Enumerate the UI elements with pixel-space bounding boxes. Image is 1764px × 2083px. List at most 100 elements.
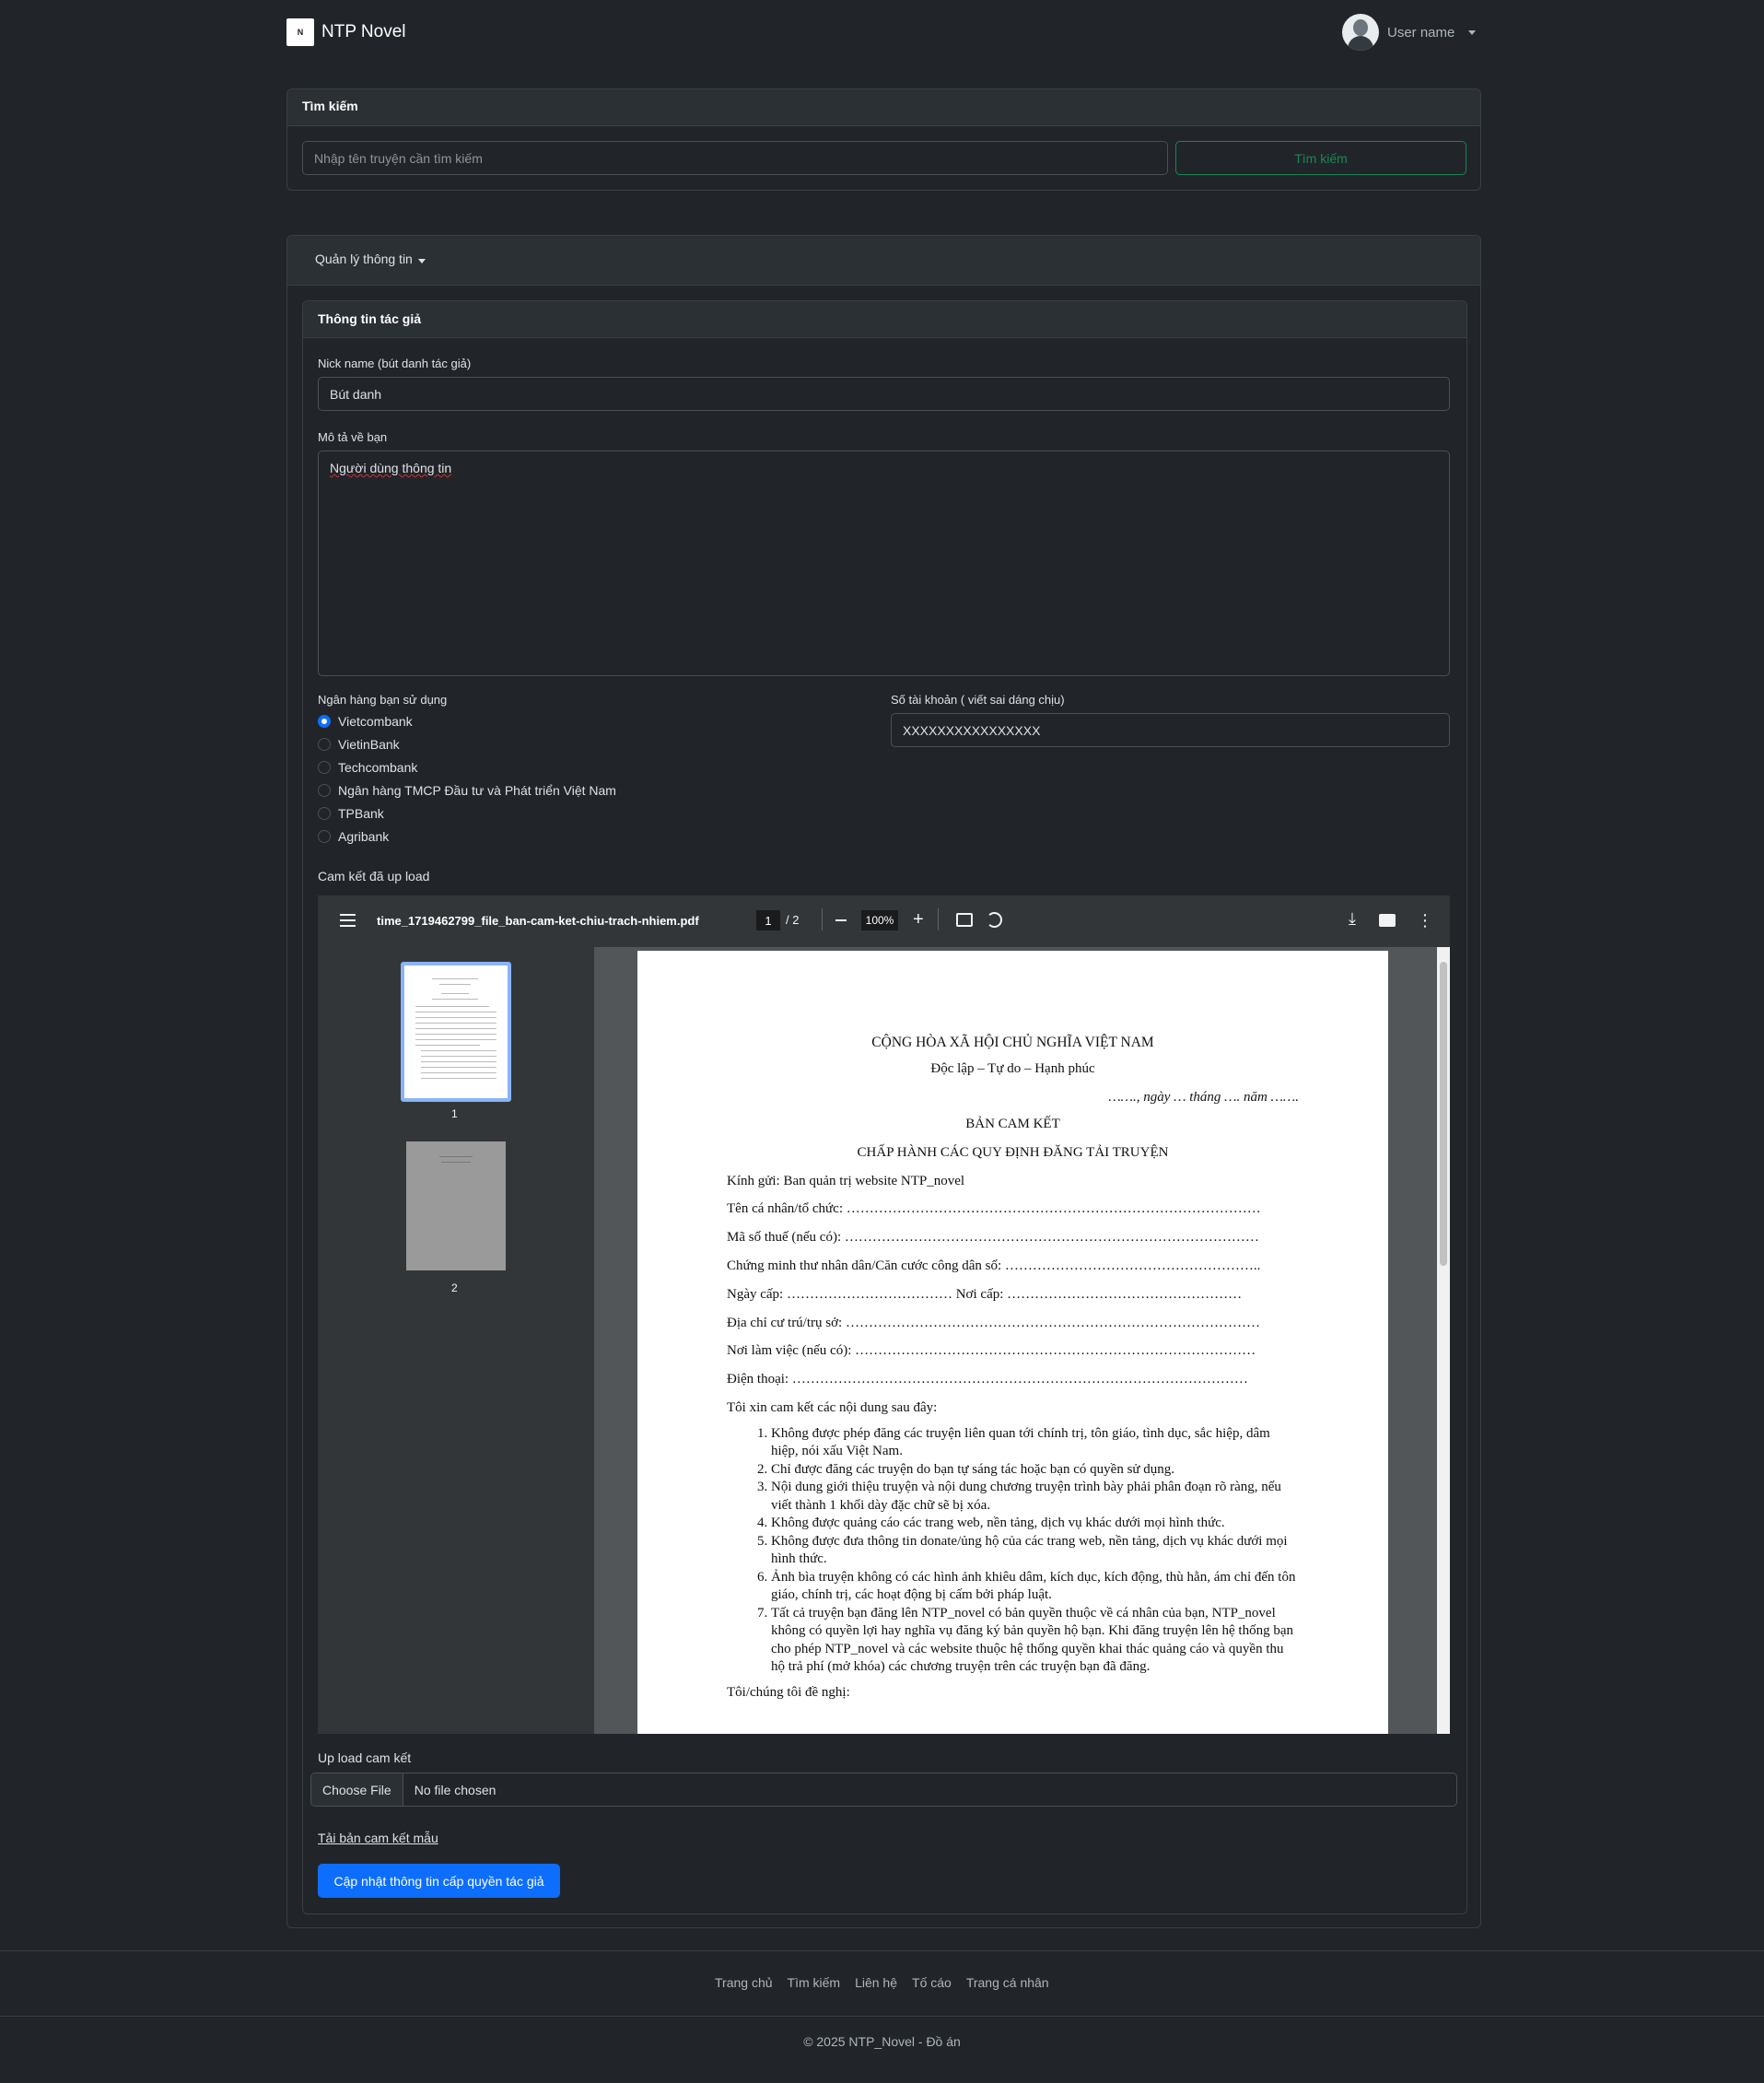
list-item: Chỉ được đăng các truyện do bạn tự sáng …: [771, 1461, 1299, 1480]
submit-button[interactable]: Cập nhật thông tin cấp quyền tác giả: [318, 1864, 560, 1898]
divider: [938, 908, 939, 930]
footer-link-contact[interactable]: Liên hệ: [855, 1975, 897, 1990]
fit-page-icon[interactable]: [956, 913, 973, 927]
divider: [0, 1950, 1764, 1951]
pdf-viewer[interactable]: time_1719462799_file_ban-cam-ket-chiu-tr…: [318, 895, 1450, 1734]
chevron-down-icon: [417, 259, 426, 263]
nickname-field[interactable]: Bút danh: [318, 377, 1450, 411]
divider: [822, 908, 823, 930]
avatar: [1342, 14, 1379, 51]
page-number-input[interactable]: 1: [756, 910, 780, 930]
doc-closing: Tôi/chúng tôi đề nghị:: [727, 1684, 850, 1700]
search-input[interactable]: Nhập tên truyện cần tìm kiếm: [302, 141, 1168, 175]
user-name: User name: [1387, 24, 1455, 41]
bank-radio-group: Vietcombank VietinBank Techcombank Ngân …: [318, 709, 616, 848]
pdf-document-area: CỘNG HÒA XÃ HỘI CHỦ NGHĨA VIỆT NAM Độc l…: [594, 947, 1437, 1734]
doc-field: Mã số thuế (nếu có): ……………………………………………………: [727, 1230, 1259, 1246]
search-card-title: Tìm kiếm: [287, 89, 1480, 126]
radio-checked[interactable]: [318, 714, 331, 728]
choose-file-button[interactable]: Choose File: [311, 1773, 403, 1806]
manage-dropdown[interactable]: Quản lý thông tin: [315, 252, 426, 266]
footer-link-profile[interactable]: Trang cá nhân: [966, 1975, 1049, 1990]
user-menu[interactable]: User name: [1342, 14, 1477, 51]
search-card: Tìm kiếm Nhập tên truyện cần tìm kiếm Tì…: [286, 88, 1481, 191]
author-card: Thông tin tác giả Nick name (bút danh tá…: [302, 300, 1467, 1914]
search-placeholder: Nhập tên truyện cần tìm kiếm: [314, 150, 483, 166]
footer-link-home[interactable]: Trang chủ: [715, 1975, 773, 1990]
download-sample-link[interactable]: Tải bản cam kết mẫu: [318, 1831, 438, 1845]
copyright: © 2025 NTP_Novel - Đồ án: [803, 2034, 961, 2049]
file-status: No file chosen: [414, 1782, 496, 1797]
bank-option-vietcombank[interactable]: Vietcombank: [318, 709, 616, 732]
thumbnail-label-2: 2: [451, 1281, 458, 1294]
account-label: Số tài khoản ( viết sai dáng chịu): [891, 693, 1065, 707]
thumbnail-page-2[interactable]: [406, 1141, 506, 1270]
list-item: Không được đưa thông tin donate/ủng hộ c…: [771, 1533, 1299, 1569]
doc-nation: CỘNG HÒA XÃ HỘI CHỦ NGHĨA VIỆT NAM: [871, 1035, 1154, 1050]
radio[interactable]: [318, 829, 331, 843]
chevron-down-icon: [1468, 29, 1477, 35]
page-total: / 2: [786, 913, 800, 927]
pdf-filename: time_1719462799_file_ban-cam-ket-chiu-tr…: [377, 914, 699, 928]
footer-link-search[interactable]: Tìm kiếm: [788, 1975, 841, 1990]
bank-option-bidv[interactable]: Ngân hàng TMCP Đầu tư và Phát triển Việt…: [318, 778, 616, 802]
pdf-toolbar: time_1719462799_file_ban-cam-ket-chiu-tr…: [318, 895, 1450, 947]
doc-intro: Tôi xin cam kết các nội dung sau đây:: [727, 1400, 938, 1416]
radio[interactable]: [318, 760, 331, 774]
bank-option-tpbank[interactable]: TPBank: [318, 802, 616, 825]
radio[interactable]: [318, 737, 331, 751]
divider: [0, 2016, 1764, 2017]
list-item: Tất cả truyện bạn đăng lên NTP_novel có …: [771, 1605, 1299, 1677]
pdf-scrollbar[interactable]: [1437, 947, 1450, 1734]
bank-option-vietinbank[interactable]: VietinBank: [318, 732, 616, 755]
scrollbar-thumb[interactable]: [1440, 962, 1447, 1266]
nickname-label: Nick name (bút danh tác giả): [318, 357, 472, 370]
doc-field: Ngày cấp: ……………………………… Nơi cấp: ………………………: [727, 1286, 1243, 1302]
footer-link-report[interactable]: Tố cáo: [912, 1975, 952, 1990]
list-item: Nội dung giới thiệu truyện và nội dung c…: [771, 1479, 1299, 1515]
zoom-out-icon[interactable]: [835, 919, 847, 921]
doc-date: ……., ngày … tháng …. năm …….: [1108, 1090, 1299, 1106]
thumbnail-page-1[interactable]: [401, 962, 511, 1102]
upload-label: Up load cam kết: [318, 1750, 412, 1765]
bank-option-agribank[interactable]: Agribank: [318, 825, 616, 848]
print-icon[interactable]: [1379, 914, 1396, 927]
author-card-title: Thông tin tác giả: [303, 301, 1466, 338]
brand-name: NTP Novel: [321, 22, 406, 41]
list-item: Không được quảng cáo các trang web, nền …: [771, 1515, 1299, 1533]
zoom-input[interactable]: 100%: [861, 910, 898, 930]
profile-card: Quản lý thông tin Thông tin tác giả Nick…: [286, 235, 1481, 1928]
doc-field: Tên cá nhân/tổ chức: ……………………………………………………: [727, 1201, 1261, 1217]
doc-field: Nơi làm việc (nếu có): ………………………………………………: [727, 1343, 1256, 1359]
doc-title-2: CHẤP HÀNH CÁC QUY ĐỊNH ĐĂNG TẢI TRUYỆN: [857, 1144, 1169, 1160]
doc-field: Địa chỉ cư trú/trụ sở: ………………………………………………: [727, 1315, 1260, 1330]
radio[interactable]: [318, 783, 331, 797]
menu-icon[interactable]: [340, 914, 356, 927]
uploaded-label: Cam kết đã up load: [318, 869, 430, 884]
doc-title-1: BẢN CAM KẾT: [965, 1117, 1060, 1132]
doc-recipient: Kính gửi: Ban quản trị website NTP_novel: [727, 1173, 965, 1188]
list-item: Không được phép đăng các truyện liên qua…: [771, 1425, 1299, 1461]
more-options-icon[interactable]: ⋮: [1417, 910, 1433, 930]
file-input[interactable]: Choose File No file chosen: [310, 1773, 1457, 1807]
thumbnail-sidebar: 1 2: [318, 947, 594, 1734]
search-button[interactable]: Tìm kiếm: [1175, 141, 1466, 175]
pdf-page: CỘNG HÒA XÃ HỘI CHỦ NGHĨA VIỆT NAM Độc l…: [637, 951, 1388, 1734]
brand-logo: N: [286, 18, 314, 46]
bank-option-techcombank[interactable]: Techcombank: [318, 755, 616, 778]
doc-field: Chứng minh thư nhân dân/Căn cước công dâ…: [727, 1258, 1261, 1274]
doc-field: Điện thoại: ……………………………………………………………………………: [727, 1372, 1248, 1387]
list-item: Ảnh bìa truyện không có các hình ảnh khi…: [771, 1569, 1299, 1605]
doc-motto: Độc lập – Tự do – Hạnh phúc: [930, 1061, 1095, 1077]
rotate-icon[interactable]: [987, 912, 1002, 928]
footer-nav: Trang chủ Tìm kiếm Liên hệ Tố cáo Trang …: [715, 1975, 1049, 1990]
brand[interactable]: N NTP Novel: [286, 18, 406, 46]
bank-label: Ngân hàng bạn sử dụng: [318, 693, 448, 707]
description-label: Mô tả về bạn: [318, 430, 388, 444]
radio[interactable]: [318, 806, 331, 820]
doc-commitment-list: Không được phép đăng các truyện liên qua…: [727, 1425, 1299, 1677]
download-icon[interactable]: ⤓: [1349, 909, 1356, 929]
zoom-in-icon[interactable]: +: [913, 909, 924, 930]
account-field[interactable]: XXXXXXXXXXXXXXXX: [891, 713, 1450, 747]
description-textarea[interactable]: Người dùng thông tin: [318, 451, 1450, 676]
